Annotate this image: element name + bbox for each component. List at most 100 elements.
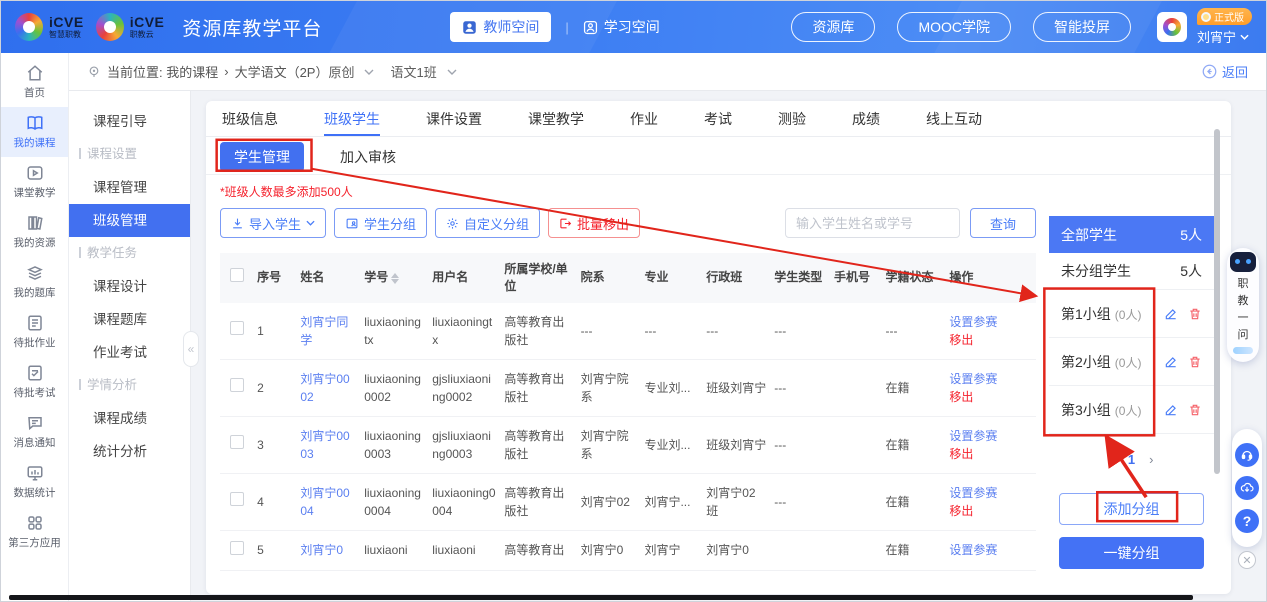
customer-service-button[interactable]: [1235, 443, 1259, 467]
menu-item-homework-exam[interactable]: 作业考试: [69, 336, 190, 369]
tab-0[interactable]: 班级信息: [222, 101, 278, 136]
tab-6[interactable]: 测验: [778, 101, 806, 136]
remove-link[interactable]: 移出: [949, 331, 1028, 349]
back-button[interactable]: 返回: [1202, 62, 1248, 81]
breadcrumb-class[interactable]: 语文1班: [390, 62, 436, 81]
student-name-link[interactable]: 刘宵宁0004: [300, 473, 364, 530]
row-checkbox[interactable]: [230, 541, 244, 555]
delete-group-icon[interactable]: [1188, 355, 1202, 369]
menu-item-course-guide[interactable]: 课程引导: [69, 105, 190, 138]
tab-8[interactable]: 线上互动: [926, 101, 982, 136]
student-name-link[interactable]: 刘宵宁0002: [300, 359, 364, 416]
row-checkbox[interactable]: [230, 435, 244, 449]
edit-group-icon[interactable]: [1164, 307, 1178, 321]
student-name-link[interactable]: 刘宵宁0: [300, 530, 364, 570]
query-button[interactable]: 查询: [970, 208, 1036, 238]
select-all-checkbox[interactable]: [230, 268, 244, 282]
user-menu[interactable]: 刘宵宁: [1197, 27, 1249, 46]
sidebar-item-my-resources[interactable]: 我的资源: [1, 207, 68, 257]
scrollbar[interactable]: [1214, 129, 1220, 474]
close-icon: ✕: [1242, 554, 1251, 567]
student-name-link[interactable]: 刘宵宁0003: [300, 416, 364, 473]
set-contest-link[interactable]: 设置参赛: [949, 541, 1028, 559]
set-contest-link[interactable]: 设置参赛: [949, 427, 1028, 445]
subtab-student-management[interactable]: 学生管理: [220, 142, 304, 172]
group-item[interactable]: 第3小组(0人): [1049, 386, 1214, 434]
add-group-button[interactable]: 添加分组: [1059, 493, 1204, 525]
menu-item-statistical-analysis[interactable]: 统计分析: [69, 435, 190, 468]
sidebar-item-home[interactable]: 首页: [1, 57, 68, 107]
group-item[interactable]: 第2小组(0人): [1049, 338, 1214, 386]
tab-7[interactable]: 成绩: [852, 101, 880, 136]
remove-box-icon: [559, 217, 572, 230]
sidebar-item-data-statistics[interactable]: 数据统计: [1, 457, 68, 507]
download-button[interactable]: [1235, 476, 1259, 500]
robot-icon: [1230, 252, 1256, 272]
quick-links: 资源库 MOOC学院 智能投屏: [791, 12, 1131, 42]
sidebar-item-pending-homework[interactable]: 待批作业: [1, 307, 68, 357]
delete-group-icon[interactable]: [1188, 307, 1202, 321]
assistant-widget[interactable]: 职教一问: [1227, 248, 1259, 362]
row-checkbox[interactable]: [230, 378, 244, 392]
menu-item-course-management[interactable]: 课程管理: [69, 171, 190, 204]
menu-item-course-design[interactable]: 课程设计: [69, 270, 190, 303]
import-students-button[interactable]: 导入学生: [220, 208, 326, 238]
set-contest-link[interactable]: 设置参赛: [949, 484, 1028, 502]
resource-library-button[interactable]: 资源库: [791, 12, 875, 42]
prev-page-button[interactable]: ‹: [1110, 452, 1114, 467]
student-name-link[interactable]: 刘宵宁同学: [300, 303, 364, 360]
avatar[interactable]: [1157, 12, 1187, 42]
current-page[interactable]: 1: [1128, 452, 1135, 467]
sidebar-item-notifications[interactable]: 消息通知: [1, 407, 68, 457]
help-button[interactable]: ?: [1235, 509, 1259, 533]
sidebar-item-pending-exams[interactable]: 待批考试: [1, 357, 68, 407]
avatar-logo-icon: [1163, 18, 1181, 36]
smart-cast-button[interactable]: 智能投屏: [1033, 12, 1131, 42]
custom-grouping-button[interactable]: 自定义分组: [435, 208, 540, 238]
remove-link[interactable]: 移出: [949, 445, 1028, 463]
mooc-academy-button[interactable]: MOOC学院: [897, 12, 1011, 42]
next-page-button[interactable]: ›: [1149, 452, 1153, 467]
delete-group-icon[interactable]: [1188, 403, 1202, 417]
close-toolbar-button[interactable]: ✕: [1238, 551, 1256, 569]
teacher-space-button[interactable]: 教师空间: [450, 12, 551, 42]
tab-1[interactable]: 班级学生: [324, 101, 380, 136]
student-search-input[interactable]: [785, 208, 960, 238]
edit-group-icon[interactable]: [1164, 403, 1178, 417]
auto-group-button[interactable]: 一键分组: [1059, 537, 1204, 569]
logo-subtitle: 智慧职教: [49, 31, 84, 39]
learning-space-button[interactable]: 学习空间: [583, 17, 660, 37]
tab-2[interactable]: 课件设置: [426, 101, 482, 136]
homework-icon: [26, 314, 44, 332]
menu-item-course-question-bank[interactable]: 课程题库: [69, 303, 190, 336]
menu-item-course-grades[interactable]: 课程成绩: [69, 402, 190, 435]
tab-3[interactable]: 课堂教学: [528, 101, 584, 136]
row-checkbox[interactable]: [230, 492, 244, 506]
menu-item-class-management[interactable]: 班级管理: [69, 204, 190, 237]
remove-link[interactable]: 移出: [949, 502, 1028, 520]
set-contest-link[interactable]: 设置参赛: [949, 370, 1028, 388]
group-item[interactable]: 第1小组(0人): [1049, 290, 1214, 338]
set-contest-link[interactable]: 设置参赛: [949, 313, 1028, 331]
sidebar-item-classroom-teaching[interactable]: 课堂教学: [1, 157, 68, 207]
sidebar-collapse-handle[interactable]: «: [183, 331, 199, 367]
course-dropdown-icon[interactable]: [364, 69, 374, 75]
import-icon: [231, 217, 244, 230]
sidebar-item-my-question-bank[interactable]: 我的题库: [1, 257, 68, 307]
tab-5[interactable]: 考试: [704, 101, 732, 136]
sidebar-item-third-party-apps[interactable]: 第三方应用: [1, 507, 68, 557]
sort-icon[interactable]: [391, 273, 399, 284]
batch-remove-button[interactable]: 批量移出: [548, 208, 640, 238]
student-grouping-button[interactable]: 学生分组: [334, 208, 427, 238]
remove-link[interactable]: 移出: [949, 388, 1028, 406]
class-dropdown-icon[interactable]: [447, 69, 457, 75]
tab-4[interactable]: 作业: [630, 101, 658, 136]
group-all-students[interactable]: 全部学生 5人: [1049, 216, 1214, 253]
breadcrumb-course[interactable]: 大学语文（2P）原创: [235, 62, 355, 81]
row-checkbox[interactable]: [230, 321, 244, 335]
topbar: iCVE 智慧职教 iCVE 职教云 资源库教学平台 教师空间 | 学习空间: [1, 1, 1266, 53]
sidebar-item-my-courses[interactable]: 我的课程: [1, 107, 68, 157]
group-ungrouped-students[interactable]: 未分组学生 5人: [1049, 253, 1214, 290]
edit-group-icon[interactable]: [1164, 355, 1178, 369]
subtab-join-review[interactable]: 加入审核: [326, 142, 410, 172]
